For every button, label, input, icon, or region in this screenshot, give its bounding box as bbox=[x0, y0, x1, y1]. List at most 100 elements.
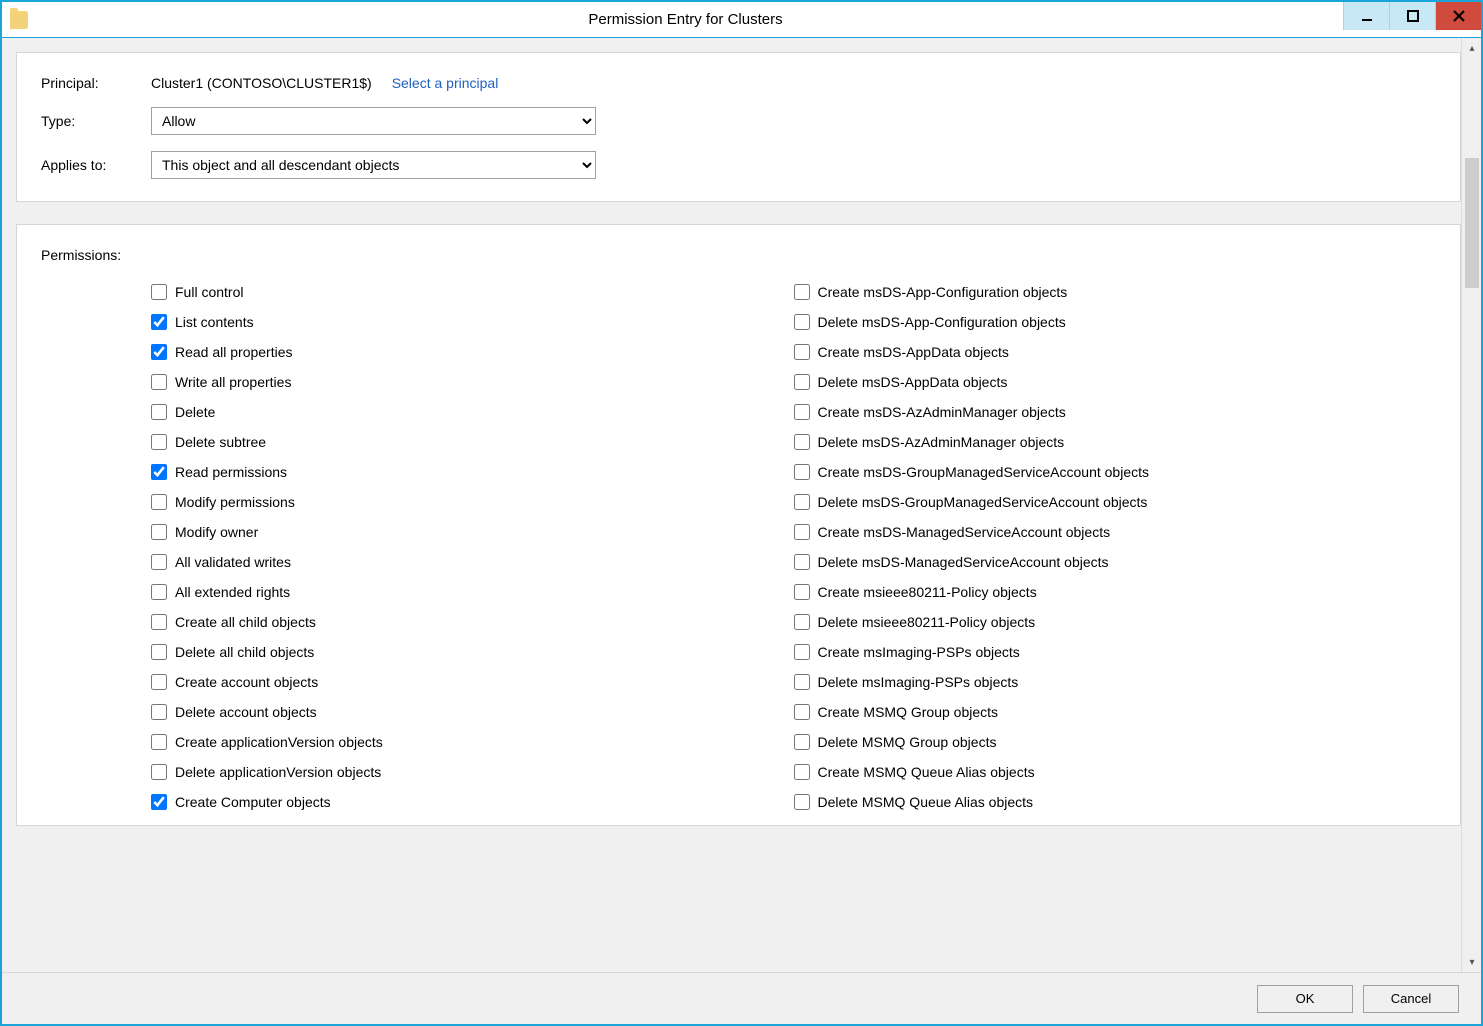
permission-checkbox[interactable] bbox=[794, 704, 810, 720]
permission-label[interactable]: Create applicationVersion objects bbox=[175, 734, 383, 750]
permission-checkbox[interactable] bbox=[794, 584, 810, 600]
permission-label[interactable]: Delete all child objects bbox=[175, 644, 314, 660]
permission-label[interactable]: Delete msDS-AppData objects bbox=[818, 374, 1008, 390]
permission-checkbox[interactable] bbox=[151, 554, 167, 570]
permission-label[interactable]: Delete MSMQ Queue Alias objects bbox=[818, 794, 1034, 810]
permission-checkbox[interactable] bbox=[794, 464, 810, 480]
scroll-up-arrow-icon[interactable]: ▴ bbox=[1462, 38, 1481, 58]
scroll-down-arrow-icon[interactable]: ▾ bbox=[1462, 952, 1481, 972]
permission-checkbox[interactable] bbox=[151, 434, 167, 450]
scroll-thumb[interactable] bbox=[1465, 158, 1479, 288]
permission-label[interactable]: Modify owner bbox=[175, 524, 258, 540]
titlebar[interactable]: Permission Entry for Clusters bbox=[2, 2, 1481, 38]
permission-checkbox[interactable] bbox=[794, 554, 810, 570]
permission-label[interactable]: Create msDS-App-Configuration objects bbox=[818, 284, 1068, 300]
permission-checkbox[interactable] bbox=[794, 524, 810, 540]
permission-label[interactable]: List contents bbox=[175, 314, 254, 330]
permission-checkbox[interactable] bbox=[151, 284, 167, 300]
permission-label[interactable]: Delete msieee80211-Policy objects bbox=[818, 614, 1036, 630]
permission-checkbox[interactable] bbox=[794, 434, 810, 450]
principal-label: Principal: bbox=[41, 75, 151, 91]
permission-checkbox[interactable] bbox=[151, 794, 167, 810]
permission-label[interactable]: Modify permissions bbox=[175, 494, 295, 510]
minimize-button[interactable] bbox=[1343, 2, 1389, 30]
permission-label[interactable]: Delete MSMQ Group objects bbox=[818, 734, 997, 750]
type-label: Type: bbox=[41, 113, 151, 129]
permission-item: Delete msDS-GroupManagedServiceAccount o… bbox=[794, 487, 1437, 517]
permission-label[interactable]: Create msDS-ManagedServiceAccount object… bbox=[818, 524, 1111, 540]
permission-checkbox[interactable] bbox=[151, 734, 167, 750]
permission-label[interactable]: Delete account objects bbox=[175, 704, 317, 720]
footer: OK Cancel bbox=[2, 972, 1481, 1024]
permission-label[interactable]: All extended rights bbox=[175, 584, 290, 600]
permission-checkbox[interactable] bbox=[794, 644, 810, 660]
close-button[interactable] bbox=[1435, 2, 1481, 30]
permission-item: Delete account objects bbox=[151, 697, 794, 727]
permission-label[interactable]: Delete subtree bbox=[175, 434, 266, 450]
permission-checkbox[interactable] bbox=[794, 494, 810, 510]
permission-checkbox[interactable] bbox=[151, 494, 167, 510]
permission-label[interactable]: All validated writes bbox=[175, 554, 291, 570]
permission-label[interactable]: Delete applicationVersion objects bbox=[175, 764, 381, 780]
permission-label[interactable]: Create Computer objects bbox=[175, 794, 331, 810]
permission-checkbox[interactable] bbox=[794, 794, 810, 810]
content-area: Principal: Cluster1 (CONTOSO\CLUSTER1$) … bbox=[2, 38, 1481, 972]
permission-label[interactable]: Delete msImaging-PSPs objects bbox=[818, 674, 1019, 690]
select-principal-link[interactable]: Select a principal bbox=[392, 75, 499, 91]
permission-checkbox[interactable] bbox=[151, 644, 167, 660]
permission-label[interactable]: Delete bbox=[175, 404, 215, 420]
permission-label[interactable]: Delete msDS-ManagedServiceAccount object… bbox=[818, 554, 1109, 570]
permission-label[interactable]: Create MSMQ Queue Alias objects bbox=[818, 764, 1035, 780]
permissions-title: Permissions: bbox=[41, 247, 1436, 263]
window-controls bbox=[1343, 2, 1481, 37]
permission-checkbox[interactable] bbox=[794, 374, 810, 390]
permission-item: All validated writes bbox=[151, 547, 794, 577]
permission-label[interactable]: Delete msDS-GroupManagedServiceAccount o… bbox=[818, 494, 1148, 510]
permission-checkbox[interactable] bbox=[794, 614, 810, 630]
permission-checkbox[interactable] bbox=[151, 464, 167, 480]
permission-checkbox[interactable] bbox=[151, 584, 167, 600]
permission-label[interactable]: Create all child objects bbox=[175, 614, 316, 630]
applies-to-select[interactable]: This object and all descendant objects bbox=[151, 151, 596, 179]
permission-checkbox[interactable] bbox=[151, 314, 167, 330]
permission-checkbox[interactable] bbox=[151, 764, 167, 780]
permission-label[interactable]: Delete msDS-App-Configuration objects bbox=[818, 314, 1066, 330]
permission-item: Delete subtree bbox=[151, 427, 794, 457]
type-select[interactable]: Allow bbox=[151, 107, 596, 135]
ok-button[interactable]: OK bbox=[1257, 985, 1353, 1013]
permission-label[interactable]: Create msieee80211-Policy objects bbox=[818, 584, 1037, 600]
permission-checkbox[interactable] bbox=[151, 404, 167, 420]
permission-checkbox[interactable] bbox=[794, 314, 810, 330]
permission-checkbox[interactable] bbox=[794, 284, 810, 300]
permission-checkbox[interactable] bbox=[151, 344, 167, 360]
permission-label[interactable]: Read all properties bbox=[175, 344, 293, 360]
permission-checkbox[interactable] bbox=[151, 704, 167, 720]
permission-item: Create msDS-ManagedServiceAccount object… bbox=[794, 517, 1437, 547]
permission-item: Write all properties bbox=[151, 367, 794, 397]
permission-checkbox[interactable] bbox=[794, 764, 810, 780]
permission-item: Create account objects bbox=[151, 667, 794, 697]
permission-label[interactable]: Write all properties bbox=[175, 374, 291, 390]
permission-label[interactable]: Create msDS-GroupManagedServiceAccount o… bbox=[818, 464, 1150, 480]
vertical-scrollbar[interactable]: ▴ ▾ bbox=[1461, 38, 1481, 972]
permission-checkbox[interactable] bbox=[151, 614, 167, 630]
permission-checkbox[interactable] bbox=[151, 674, 167, 690]
permission-checkbox[interactable] bbox=[151, 524, 167, 540]
main-panel: Principal: Cluster1 (CONTOSO\CLUSTER1$) … bbox=[2, 38, 1461, 972]
permission-checkbox[interactable] bbox=[794, 404, 810, 420]
permission-item: Create all child objects bbox=[151, 607, 794, 637]
permission-checkbox[interactable] bbox=[794, 734, 810, 750]
permission-checkbox[interactable] bbox=[794, 344, 810, 360]
permission-label[interactable]: Read permissions bbox=[175, 464, 287, 480]
permission-label[interactable]: Create msDS-AzAdminManager objects bbox=[818, 404, 1066, 420]
permission-label[interactable]: Create msDS-AppData objects bbox=[818, 344, 1009, 360]
permission-label[interactable]: Create MSMQ Group objects bbox=[818, 704, 999, 720]
permission-label[interactable]: Create msImaging-PSPs objects bbox=[818, 644, 1020, 660]
cancel-button[interactable]: Cancel bbox=[1363, 985, 1459, 1013]
permission-label[interactable]: Delete msDS-AzAdminManager objects bbox=[818, 434, 1065, 450]
maximize-button[interactable] bbox=[1389, 2, 1435, 30]
permission-checkbox[interactable] bbox=[794, 674, 810, 690]
permission-checkbox[interactable] bbox=[151, 374, 167, 390]
permission-label[interactable]: Full control bbox=[175, 284, 243, 300]
permission-label[interactable]: Create account objects bbox=[175, 674, 318, 690]
